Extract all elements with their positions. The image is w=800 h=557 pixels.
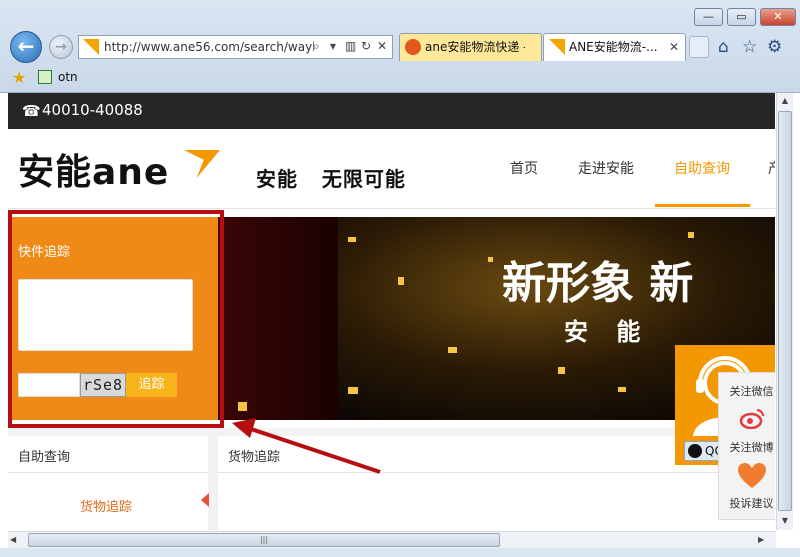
scroll-left-icon[interactable]: ◀ xyxy=(10,532,26,548)
scroll-up-icon[interactable]: ▲ xyxy=(777,93,793,109)
vertical-scroll-thumb[interactable] xyxy=(778,111,792,511)
vertical-scrollbar[interactable]: ▲ ▼ xyxy=(776,93,793,530)
scroll-down-icon[interactable]: ▼ xyxy=(777,513,793,529)
horizontal-scroll-thumb[interactable]: ||| xyxy=(28,533,500,547)
status-bar xyxy=(0,548,800,557)
scroll-right-icon[interactable]: ▶ xyxy=(758,532,774,548)
annotation-arrow xyxy=(232,418,381,474)
horizontal-scrollbar[interactable]: ◀ ||| ▶ xyxy=(8,531,776,548)
